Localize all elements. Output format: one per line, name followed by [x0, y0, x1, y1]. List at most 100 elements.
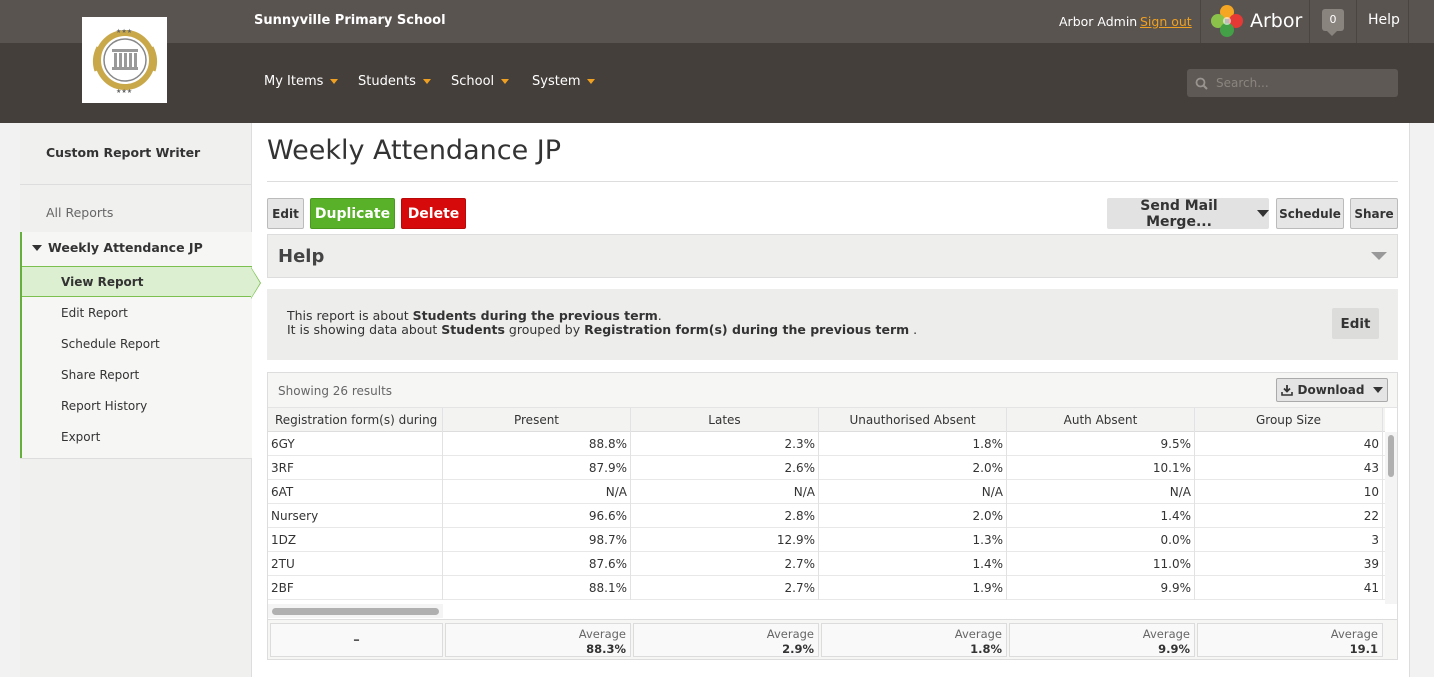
description-text: grouped by: [504, 322, 585, 337]
row-label-cell: 6AT: [268, 480, 443, 504]
column-header[interactable]: Lates: [631, 408, 819, 432]
help-link[interactable]: Help: [1368, 12, 1400, 28]
results-table-panel: Showing 26 results Download Registration…: [267, 372, 1398, 660]
value-cell: 3: [1195, 528, 1383, 552]
value-cell: 87.6%: [443, 552, 631, 576]
value-cell: 2.3%: [631, 432, 819, 456]
sign-out-link[interactable]: Sign out: [1140, 14, 1192, 29]
delete-button[interactable]: Delete: [401, 198, 466, 229]
value-cell: 41: [1195, 576, 1383, 600]
school-logo[interactable]: ★★★ ★★★: [82, 17, 167, 103]
schedule-button[interactable]: Schedule: [1276, 198, 1344, 229]
value-cell: 1.4%: [819, 552, 1007, 576]
edit-button[interactable]: Edit: [267, 198, 304, 229]
value-cell: 2.0%: [819, 504, 1007, 528]
scroll-thumb[interactable]: [1388, 435, 1394, 477]
menu-students[interactable]: Students: [358, 74, 431, 89]
value-cell: 9.5%: [1007, 432, 1195, 456]
sidebar-group-report: Weekly Attendance JP View Report Edit Re…: [20, 232, 261, 458]
value-cell: 1.4%: [1007, 504, 1195, 528]
menu-system[interactable]: System: [532, 74, 596, 89]
sidebar-item-share-report[interactable]: Share Report: [22, 360, 252, 391]
header-divider: [1309, 0, 1310, 43]
footer-average-cell: Average 1.8%: [821, 623, 1007, 657]
sidebar-item-all-reports[interactable]: All Reports: [46, 205, 113, 220]
value-cell: 9.9%: [1007, 576, 1195, 600]
column-header[interactable]: Group Size: [1195, 408, 1383, 432]
value-cell: 87.9%: [443, 456, 631, 480]
school-crest-icon: ★★★ ★★★: [92, 28, 157, 95]
average-label: Average: [954, 627, 1002, 641]
edit-description-button[interactable]: Edit: [1332, 308, 1379, 339]
value-cell: N/A: [443, 480, 631, 504]
value-cell: 22: [1195, 504, 1383, 528]
table-row[interactable]: 6GY 88.8% 2.3% 1.8% 9.5% 40: [268, 432, 1385, 456]
triangle-down-icon: [32, 244, 42, 251]
send-mail-merge-button[interactable]: Send Mail Merge...: [1107, 197, 1269, 230]
arbor-leaf-icon: [1211, 5, 1243, 37]
description-text: .: [909, 322, 918, 337]
average-value: 2.9%: [782, 642, 814, 656]
arbor-logo[interactable]: Arbor: [1210, 4, 1302, 38]
column-header[interactable]: Auth Absent: [1007, 408, 1195, 432]
menu-my-items[interactable]: My Items: [264, 74, 339, 89]
sidebar-item-schedule-report[interactable]: Schedule Report: [22, 329, 252, 360]
value-cell: 12.9%: [631, 528, 819, 552]
footer-dash: –: [353, 633, 360, 648]
scroll-thumb[interactable]: [272, 608, 439, 615]
description-bold: Registration form(s) during the previous…: [584, 322, 910, 337]
table-footer: – Average 88.3% Average 2.9% Average 1.8% Avera…: [268, 619, 1397, 659]
mail-merge-label: Send Mail Merge...: [1140, 197, 1218, 230]
average-label: Average: [1142, 627, 1190, 641]
value-cell: 43: [1195, 456, 1383, 480]
sidebar-item-view-report[interactable]: View Report: [22, 266, 261, 299]
table-row[interactable]: 3RF 87.9% 2.6% 2.0% 10.1% 43: [268, 456, 1385, 480]
column-header[interactable]: Present: [443, 408, 631, 432]
value-cell: 2.8%: [631, 504, 819, 528]
value-cell: 11.0%: [1007, 552, 1195, 576]
notifications-icon[interactable]: 0: [1322, 9, 1344, 36]
table-row[interactable]: 6AT N/A N/A N/A N/A 10: [268, 480, 1385, 504]
sidebar-title[interactable]: Custom Report Writer: [46, 145, 200, 160]
download-button[interactable]: Download: [1276, 378, 1388, 402]
average-label: Average: [1330, 627, 1378, 641]
column-header[interactable]: Unauthorised Absent: [819, 408, 1007, 432]
table-row[interactable]: Nursery 96.6% 2.8% 2.0% 1.4% 22: [268, 504, 1385, 528]
sidebar-group-title[interactable]: Weekly Attendance JP: [32, 240, 203, 255]
search-input[interactable]: [1216, 76, 1386, 90]
help-title: Help: [278, 246, 325, 267]
duplicate-button[interactable]: Duplicate: [310, 198, 395, 229]
table-row[interactable]: 1DZ 98.7% 12.9% 1.3% 0.0% 3: [268, 528, 1385, 552]
sidebar-item-edit-report[interactable]: Edit Report: [22, 298, 252, 329]
value-cell: 1.3%: [819, 528, 1007, 552]
download-label: Download: [1297, 383, 1365, 397]
description-bold: Students during the previous term: [412, 308, 658, 323]
footer-average-cell: Average 19.1: [1197, 623, 1383, 657]
menu-school[interactable]: School: [451, 74, 510, 89]
school-name[interactable]: Sunnyville Primary School: [254, 13, 446, 28]
value-cell: 2.7%: [631, 552, 819, 576]
table-row[interactable]: 2BF 88.1% 2.7% 1.9% 9.9% 41: [268, 576, 1385, 600]
report-description: This report is about Students during the…: [267, 289, 1398, 360]
sidebar-item-label: Export: [61, 430, 101, 444]
table-header-row[interactable]: Registration form(s) during ... Present La…: [268, 408, 1385, 432]
vertical-scrollbar[interactable]: [1385, 432, 1397, 604]
sidebar-item-label: Share Report: [61, 368, 140, 382]
help-panel-header[interactable]: Help: [267, 234, 1398, 278]
sidebar-item-label: Schedule Report: [61, 337, 160, 351]
column-header[interactable]: Registration form(s) during ...: [268, 408, 443, 432]
chevron-down-icon[interactable]: [1371, 252, 1387, 260]
sidebar-item-export[interactable]: Export: [22, 422, 252, 453]
header-divider: [1408, 0, 1409, 43]
share-button[interactable]: Share: [1350, 198, 1398, 229]
caret-down-icon: [587, 79, 596, 84]
header-divider: [1200, 0, 1201, 43]
search-box[interactable]: [1187, 69, 1398, 97]
sidebar-group-label: Weekly Attendance JP: [48, 240, 203, 255]
sidebar-item-report-history[interactable]: Report History: [22, 391, 252, 422]
horizontal-scrollbar[interactable]: [268, 604, 443, 618]
description-bold: Students: [441, 322, 505, 337]
row-label-cell: 3RF: [268, 456, 443, 480]
table-row[interactable]: 2TU 87.6% 2.7% 1.4% 11.0% 39: [268, 552, 1385, 576]
value-cell: N/A: [819, 480, 1007, 504]
